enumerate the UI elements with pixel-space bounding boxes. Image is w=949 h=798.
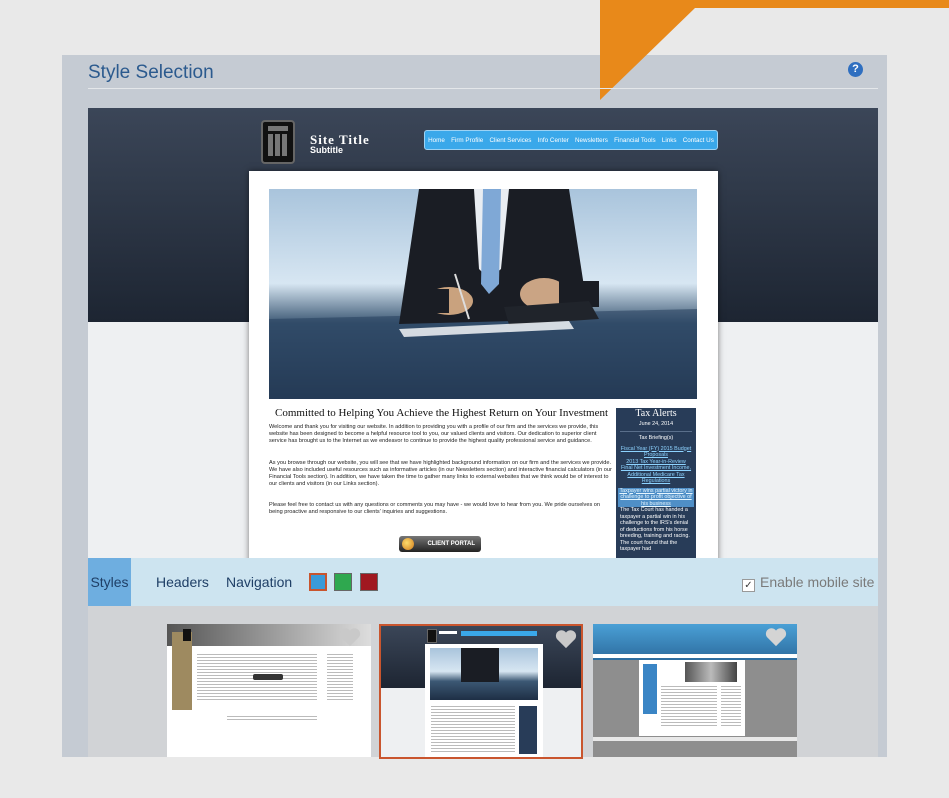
portal-globe-icon	[402, 538, 414, 550]
tab-styles[interactable]: Styles	[88, 558, 131, 606]
preview-nav-contact-us[interactable]: Contact Us	[683, 137, 714, 144]
businessman-photo	[269, 189, 697, 399]
preview-content-card: Committed to Helping You Achieve the Hig…	[249, 171, 718, 558]
tax-alerts-sidebar: Tax Alerts June 24, 2014 Tax Briefing(s)…	[616, 408, 696, 558]
calculator-logo-icon	[261, 120, 295, 164]
thumb3-nav	[593, 654, 797, 658]
style-thumbnail-1[interactable]	[167, 624, 371, 757]
tax-alert-highlight-link[interactable]: Taxpayer wins partial victory in challen…	[618, 487, 694, 507]
preview-site-subtitle: Subtitle	[310, 145, 343, 155]
preview-paragraph-1: Welcome and thank you for visiting our w…	[269, 424, 599, 444]
thumb2-title	[439, 631, 457, 634]
style-thumbnail-3[interactable]	[593, 624, 797, 757]
thumb1-logo-icon	[183, 629, 191, 641]
thumb2-alerts	[519, 706, 537, 754]
color-swatch-blue[interactable]	[309, 573, 327, 591]
thumb3-footer	[593, 737, 797, 741]
checkbox-checked-icon[interactable]: ✓	[742, 579, 755, 592]
favorite-heart-icon[interactable]	[555, 629, 577, 649]
color-swatch-green[interactable]	[334, 573, 352, 591]
enable-mobile-toggle[interactable]: ✓ Enable mobile site	[742, 574, 874, 592]
client-portal-button[interactable]: CLIENT PORTAL	[399, 536, 481, 552]
preview-nav-info-center[interactable]: Info Center	[538, 137, 569, 144]
preview-nav-client-services[interactable]: Client Services	[489, 137, 531, 144]
page-title: Style Selection	[88, 62, 214, 83]
preview-nav-home[interactable]: Home	[428, 137, 445, 144]
thumb1-portal-button	[253, 674, 283, 680]
client-portal-label: CLIENT PORTAL	[427, 541, 475, 547]
favorite-heart-icon[interactable]	[339, 627, 361, 647]
tax-alerts-date: June 24, 2014	[638, 420, 674, 427]
enable-mobile-label: Enable mobile site	[760, 574, 875, 590]
thumb2-nav	[461, 631, 537, 636]
favorite-heart-icon[interactable]	[765, 627, 787, 647]
style-thumbnail-2[interactable]	[379, 624, 583, 759]
thumb2-logo-icon	[427, 629, 437, 643]
title-divider	[88, 88, 878, 89]
style-thumbnails-strip	[88, 606, 878, 759]
preview-paragraph-2: As you browse through our website, you w…	[269, 460, 612, 487]
preview-nav-financial-tools[interactable]: Financial Tools	[614, 137, 656, 144]
preview-paragraph-3: Please feel free to contact us with any …	[269, 502, 601, 515]
help-icon[interactable]: ?	[848, 62, 863, 77]
thumb1-sidebar	[172, 632, 192, 710]
preview-headline: Committed to Helping You Achieve the Hig…	[275, 407, 609, 419]
tax-briefing-heading: Tax Briefing(s)	[620, 431, 692, 442]
preview-nav-newsletters[interactable]: Newsletters	[575, 137, 608, 144]
tax-alert-link-1[interactable]: Fiscal Year (FY) 2015 Budget Proposals	[616, 446, 696, 459]
thumb3-photo	[685, 662, 737, 682]
tax-alert-link-3[interactable]: Final Net Investment Income, Additional …	[616, 465, 696, 485]
tab-headers[interactable]: Headers	[156, 558, 209, 606]
color-swatch-red[interactable]	[360, 573, 378, 591]
tax-alerts-title: Tax Alerts	[635, 408, 677, 419]
style-preview: Site Title Subtitle Home Firm Profile Cl…	[88, 108, 878, 558]
preview-nav-firm-profile[interactable]: Firm Profile	[451, 137, 483, 144]
tab-navigation[interactable]: Navigation	[226, 558, 292, 606]
corner-ribbon	[600, 0, 949, 100]
thumb3-sidebar	[643, 664, 657, 714]
preview-nav-links[interactable]: Links	[662, 137, 677, 144]
thumb2-figure	[461, 648, 499, 682]
tax-alert-body: The Tax Court has handed a taxpayer a pa…	[620, 507, 690, 552]
preview-nav-bar: Home Firm Profile Client Services Info C…	[424, 130, 718, 150]
